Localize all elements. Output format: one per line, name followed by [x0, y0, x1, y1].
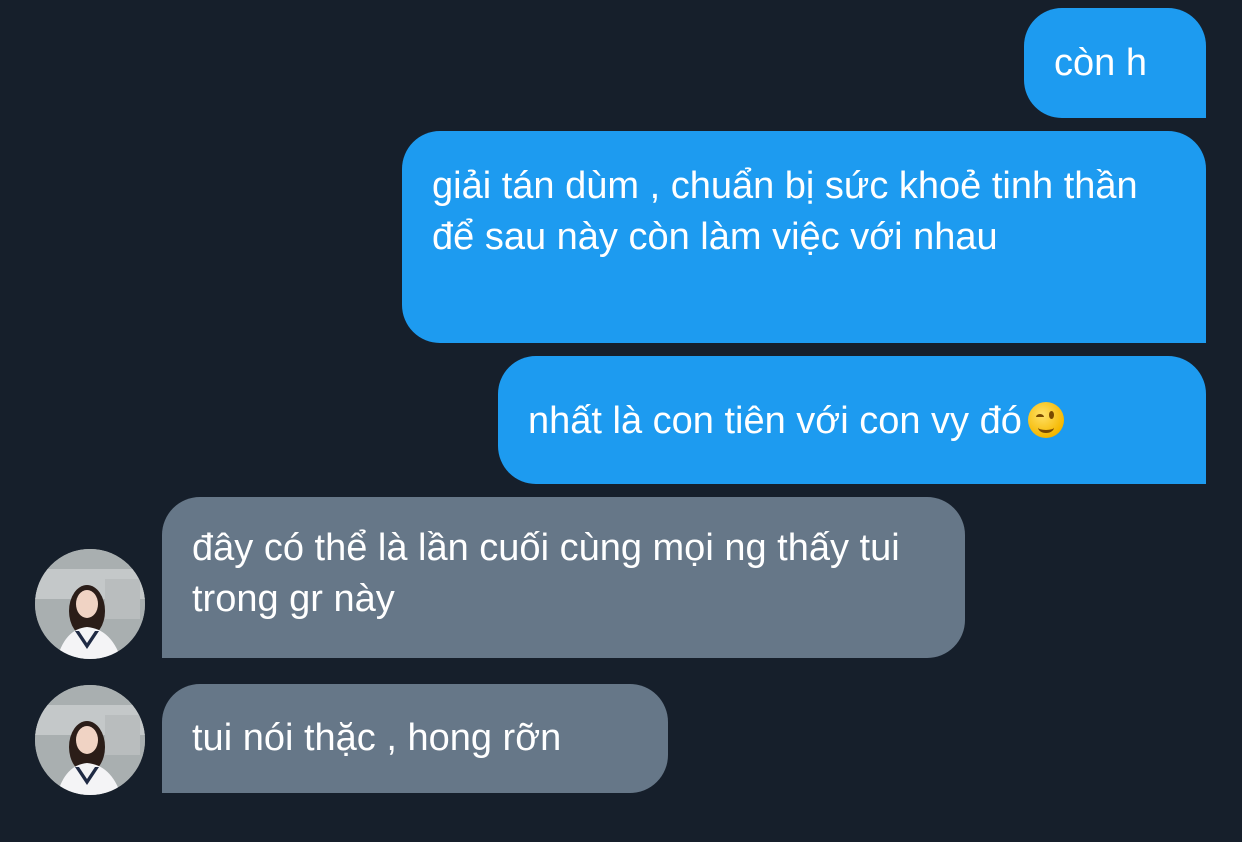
message-bubble-outgoing[interactable]: giải tán dùm , chuẩn bị sức khoẻ tinh th…: [402, 131, 1206, 343]
message-bubble-incoming[interactable]: đây có thể là lần cuối cùng mọi ng thấy …: [162, 497, 965, 658]
message-text: nhất là con tiên với con vy đó: [528, 400, 1022, 442]
contact-avatar[interactable]: [35, 685, 145, 795]
winking-face-emoji: [1027, 402, 1064, 438]
contact-avatar[interactable]: [35, 549, 145, 659]
message-bubble-outgoing[interactable]: nhất là con tiên với con vy đó: [498, 356, 1206, 484]
message-bubble-incoming[interactable]: tui nói thặc , hong rỡn: [162, 684, 668, 793]
message-text: tui nói thặc , hong rỡn: [192, 717, 562, 759]
message-bubble-outgoing[interactable]: còn h: [1024, 8, 1206, 118]
message-text: đây có thể là lần cuối cùng mọi ng thấy …: [192, 527, 900, 620]
message-text: giải tán dùm , chuẩn bị sức khoẻ tinh th…: [432, 165, 1138, 258]
message-text: còn h: [1054, 42, 1147, 84]
